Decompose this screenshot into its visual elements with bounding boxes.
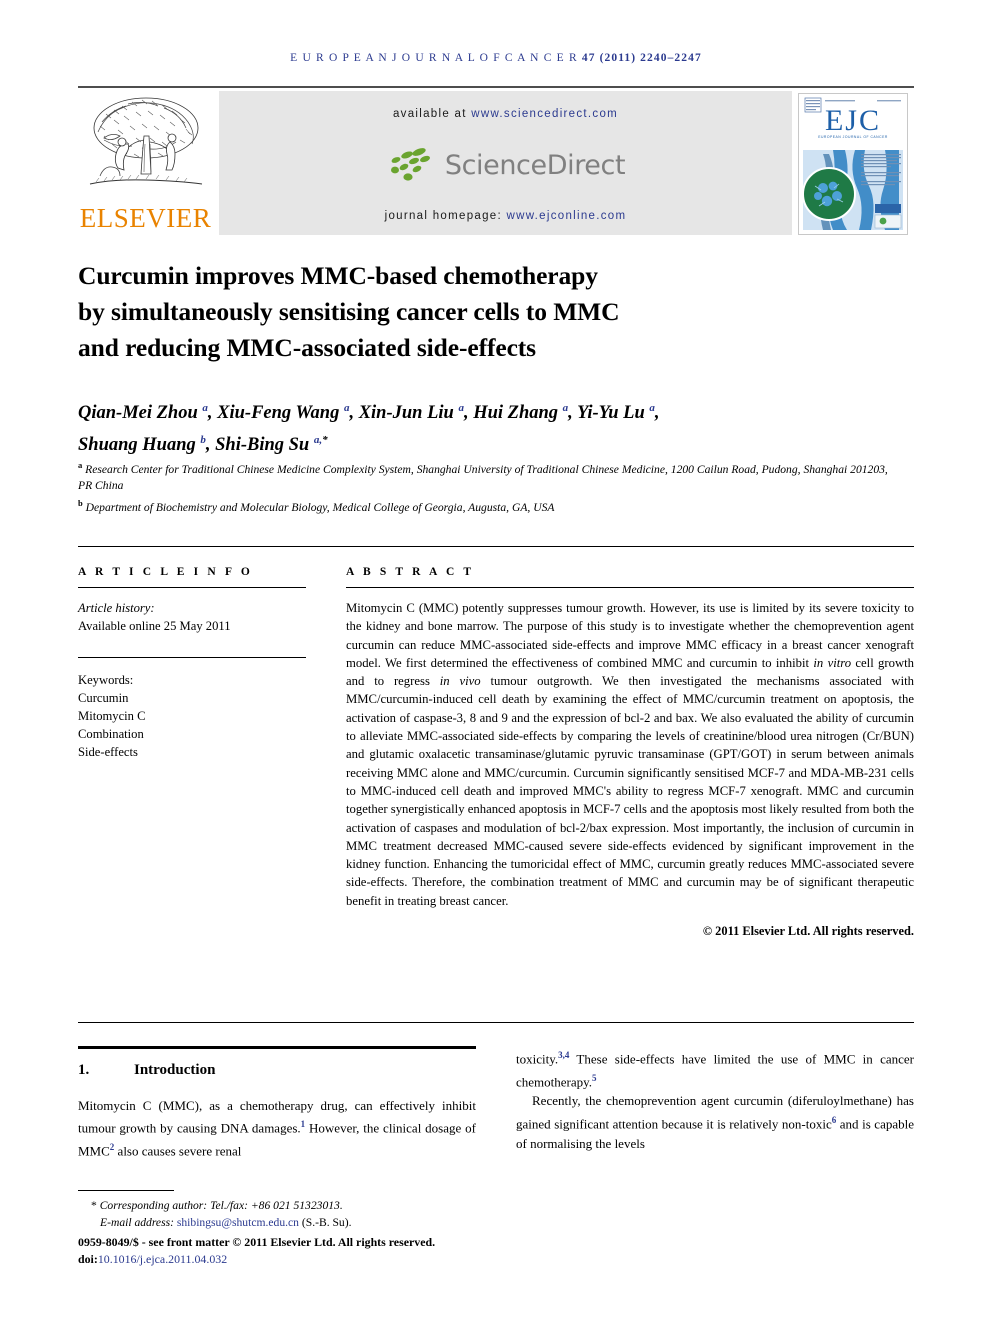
body-column-right: toxicity.3,4 These side-effects have lim…	[516, 1046, 914, 1153]
abstract-top-rule	[78, 546, 914, 547]
abstract-bottom-rule	[78, 1022, 914, 1023]
article-title-line-3: and reducing MMC-associated side-effects	[78, 333, 537, 362]
journal-homepage-url[interactable]: www.ejconline.com	[506, 210, 626, 222]
doi-line: doi:10.1016/j.ejca.2011.04.032	[78, 1251, 498, 1268]
article-title: Curcumin improves MMC-based chemotherapy…	[78, 258, 778, 366]
article-title-line-2: by simultaneously sensitising cancer cel…	[78, 297, 620, 326]
journal-cover-image: EJC EUROPEAN JOURNAL OF CANCER	[798, 93, 908, 235]
paragraph: Mitomycin C (MMC), as a chemotherapy dru…	[78, 1098, 476, 1159]
footnote-rule	[78, 1190, 174, 1191]
section-heading-introduction: 1. Introduction	[78, 1062, 476, 1079]
abstract-heading: A B S T R A C T	[346, 566, 475, 578]
doi-value[interactable]: 10.1016/j.ejca.2011.04.032	[98, 1252, 227, 1266]
affiliation-a: a Research Center for Traditional Chines…	[78, 460, 888, 493]
affiliation-a-text: Research Center for Traditional Chinese …	[78, 462, 888, 493]
keyword-item: Curcumin	[78, 691, 129, 705]
email-link[interactable]: shibingsu@shutcm.edu.cn	[177, 1216, 299, 1229]
page-footnote: * Corresponding author: Tel./fax: +86 02…	[78, 1190, 498, 1267]
keyword-item: Mitomycin C	[78, 709, 146, 723]
svg-text:EJC: EJC	[825, 104, 881, 137]
available-at-label: available at	[392, 108, 467, 120]
body-column-left: 1. Introduction Mitomycin C (MMC), as a …	[78, 1046, 476, 1161]
elsevier-logo: ELSEVIER	[78, 88, 213, 238]
abstract-rule	[346, 587, 914, 588]
keyword-item: Side-effects	[78, 745, 138, 759]
sciencedirect-wordmark: ScienceDirect	[444, 149, 626, 181]
doi-label: doi:	[78, 1251, 98, 1266]
affiliation-b-text: Department of Biochemistry and Molecular…	[85, 500, 555, 514]
article-info-heading: A R T I C L E I N F O	[78, 566, 253, 578]
abstract-text: Mitomycin C (MMC) potently suppresses tu…	[346, 601, 914, 908]
journal-article-page: E U R O P E A N J O U R N A L O F C A N …	[0, 0, 992, 1323]
corresponding-author-note: * Corresponding author: Tel./fax: +86 02…	[78, 1197, 498, 1214]
abstract-copyright: © 2011 Elsevier Ltd. All rights reserved…	[702, 924, 914, 939]
corresponding-author-text: Corresponding author: Tel./fax: +86 021 …	[99, 1199, 343, 1212]
imprint-line: 0959-8049/$ - see front matter © 2011 El…	[78, 1234, 498, 1267]
paragraph: Recently, the chemoprevention agent curc…	[516, 1093, 914, 1151]
journal-homepage-line: journal homepage: www.ejconline.com	[385, 210, 627, 222]
sciencedirect-banner: available at www.sciencedirect.com Scien…	[219, 91, 792, 235]
elsevier-wordmark: ELSEVIER	[79, 203, 212, 233]
author-list: Qian-Mei Zhou a, Xiu-Feng Wang a, Xin-Ju…	[78, 402, 660, 456]
elsevier-tree-icon	[83, 92, 208, 204]
journal-cover: EJC EUROPEAN JOURNAL OF CANCER	[798, 88, 914, 238]
sciencedirect-url[interactable]: www.sciencedirect.com	[471, 108, 618, 120]
article-history-label: Article history:	[78, 601, 155, 615]
email-owner: (S.-B. Su).	[301, 1216, 352, 1229]
article-info-column: A R T I C L E I N F O Article history: A…	[78, 566, 306, 761]
affiliation-b: b Department of Biochemistry and Molecul…	[78, 497, 555, 514]
sciencedirect-mark-icon	[386, 146, 438, 184]
section-number: 1.	[78, 1062, 90, 1078]
email-label: E-mail address:	[100, 1216, 174, 1229]
paragraph: toxicity.3,4 These side-effects have lim…	[516, 1050, 914, 1090]
available-at-line: available at www.sciencedirect.com	[393, 108, 618, 120]
intro-paragraph-right: toxicity.3,4 These side-effects have lim…	[516, 1046, 914, 1153]
article-history: Article history: Available online 25 May…	[78, 599, 306, 635]
running-head-volume: 47 (2011) 2240–2247	[581, 52, 702, 64]
running-head: E U R O P E A N J O U R N A L O F C A N …	[0, 52, 992, 64]
issn-front-matter: 0959-8049/$ - see front matter © 2011 El…	[78, 1235, 436, 1249]
section-title: Introduction	[134, 1062, 216, 1078]
section-rule	[78, 1046, 476, 1049]
journal-header: ELSEVIER available at www.sciencedirect.…	[78, 86, 914, 238]
keywords-label: Keywords:	[78, 673, 134, 687]
article-title-line-1: Curcumin improves MMC-based chemotherapy	[78, 261, 598, 290]
affiliations: a Research Center for Traditional Chines…	[78, 457, 898, 516]
intro-paragraph-left: Mitomycin C (MMC), as a chemotherapy dru…	[78, 1096, 476, 1161]
running-head-journal: E U R O P E A N J O U R N A L O F C A N …	[290, 52, 578, 64]
keyword-item: Combination	[78, 727, 144, 741]
sciencedirect-logo[interactable]: ScienceDirect	[386, 146, 626, 184]
email-note: E-mail address: shibingsu@shutcm.edu.cn …	[78, 1214, 498, 1231]
article-history-value: Available online 25 May 2011	[78, 619, 231, 633]
corresponding-author-marker: *	[91, 1199, 97, 1212]
keywords-block: Keywords: Curcumin Mitomycin C Combinati…	[78, 671, 306, 761]
svg-text:EUROPEAN JOURNAL OF CANCER: EUROPEAN JOURNAL OF CANCER	[818, 135, 888, 139]
journal-homepage-label: journal homepage:	[384, 210, 502, 222]
article-info-rule-2	[78, 657, 306, 658]
article-info-rule-1	[78, 587, 306, 588]
abstract-column: A B S T R A C T Mitomycin C (MMC) potent…	[346, 566, 914, 939]
